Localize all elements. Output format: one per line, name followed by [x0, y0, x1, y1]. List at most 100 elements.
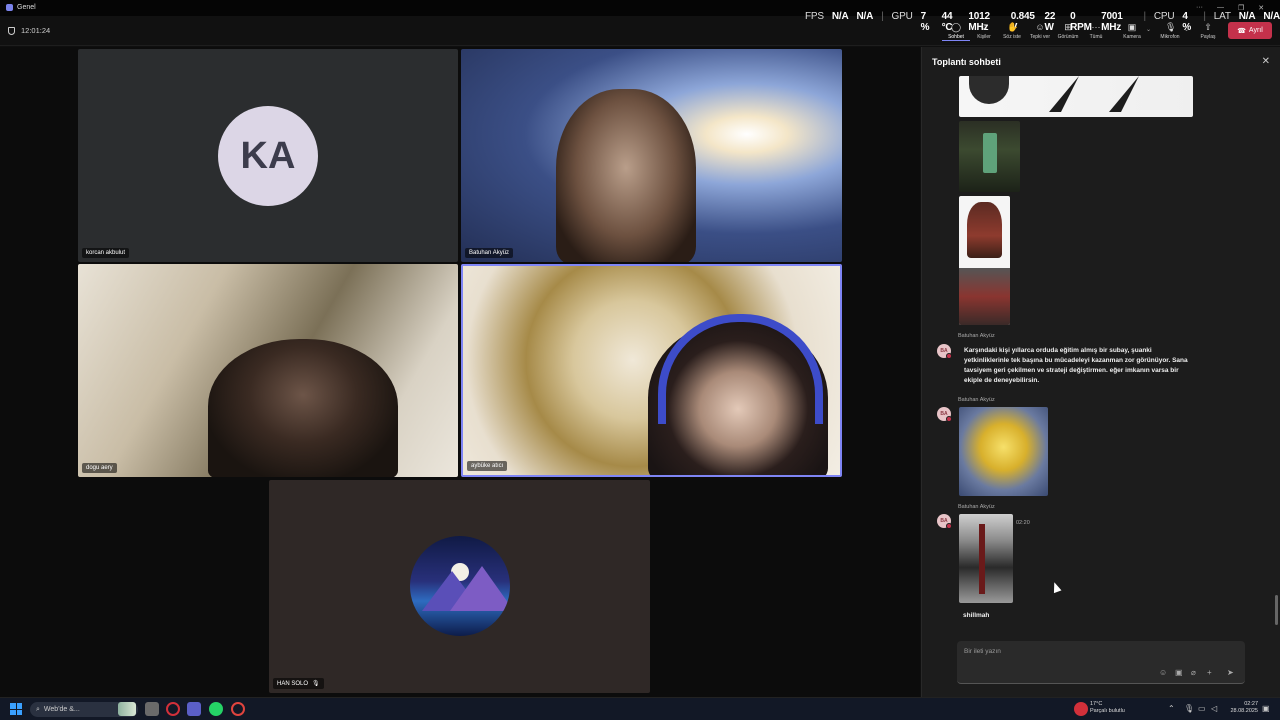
camera-button[interactable]: ▣ Kamera	[1118, 22, 1146, 40]
shared-image[interactable]	[959, 407, 1048, 496]
microphone-icon: 🎙	[1165, 22, 1177, 32]
participant-name: dogu aery	[82, 463, 117, 473]
shared-image[interactable]	[959, 121, 1020, 192]
emoji-icon[interactable]: ☺	[1159, 668, 1167, 677]
raise-hand-label: Söz iste	[1003, 34, 1021, 40]
clock-time: 02:27	[1244, 701, 1258, 707]
participant-name: HAN SOLO 🎙	[273, 678, 324, 689]
chevron-up-icon[interactable]: ⌃	[1168, 704, 1175, 713]
speaker-icon[interactable]: ◁	[1211, 704, 1217, 713]
chat-button[interactable]: ◯ Sohbet	[942, 22, 970, 41]
more-button-label: Tümü	[1089, 34, 1103, 40]
microphone-tray-icon[interactable]: 🎙	[1184, 704, 1194, 713]
image-content	[979, 524, 985, 594]
image-content	[969, 76, 1009, 104]
microphone-button-label: Mikrofon	[1160, 34, 1180, 40]
shared-image[interactable]	[959, 76, 1193, 117]
message-text: Karşındaki kişi yıllarca orduda eğitim a…	[964, 347, 1188, 384]
task-view-icon[interactable]	[145, 702, 159, 716]
microphone-options-chevron-icon[interactable]: ⌄	[1184, 26, 1189, 33]
camera-options-chevron-icon[interactable]: ⌄	[1146, 26, 1151, 33]
participant-tile[interactable]: HAN SOLO 🎙	[269, 480, 650, 693]
gif-icon[interactable]: ▣	[1175, 668, 1183, 677]
participant-video	[556, 89, 696, 262]
share-button[interactable]: ⇧ Paylaş	[1194, 22, 1222, 40]
image-content	[1049, 76, 1079, 112]
leave-button-label: Ayrıl	[1248, 27, 1263, 34]
teams-taskbar-icon[interactable]	[187, 702, 201, 716]
separator: |	[881, 11, 884, 22]
avatar	[410, 536, 510, 636]
react-button-label: Tepki ver	[1029, 34, 1050, 40]
view-button[interactable]: ⊞ Görünüm	[1054, 22, 1082, 40]
image-content	[983, 133, 997, 173]
message-sender: Batuhan Akyüz	[958, 333, 995, 339]
mountain-graphic	[450, 566, 510, 611]
shield-icon	[8, 26, 15, 35]
attach-icon[interactable]: ⌀	[1191, 668, 1196, 677]
clock-date: 28.08.2025	[1230, 708, 1258, 714]
send-icon[interactable]: ➤	[1227, 668, 1234, 677]
widgets-icon[interactable]	[118, 702, 136, 716]
shared-image[interactable]	[959, 514, 1013, 603]
chat-title: Toplantı sohbeti	[932, 57, 1001, 67]
weather-widget[interactable]: 17°C Parçalı bulutlu	[1090, 701, 1125, 715]
people-button[interactable]: ☺ Kişiler	[970, 22, 998, 40]
shared-image[interactable]	[959, 196, 1010, 325]
gpu-usage: 7 %	[920, 11, 930, 33]
raise-hand-icon: ✋	[1007, 22, 1019, 32]
image-content	[967, 202, 1002, 258]
windows-start-icon[interactable]	[10, 703, 22, 715]
opera-icon[interactable]	[166, 702, 180, 716]
raise-hand-button[interactable]: ✋ Söz iste	[998, 22, 1026, 40]
app-title: Genel	[6, 4, 36, 11]
window-title: Genel	[17, 4, 36, 11]
avatar: KA	[218, 106, 318, 206]
phone-hangup-icon: ☎	[1237, 27, 1246, 35]
emoji-icon: ☺	[1035, 22, 1045, 32]
participant-tile[interactable]: Batuhan Akyüz	[461, 49, 842, 262]
view-button-label: Görünüm	[1057, 34, 1079, 40]
monitor-icon[interactable]: ▭	[1198, 704, 1206, 713]
meeting-chat-panel: Toplantı sohbeti ✕ Batuhan Akyüz BA Karş…	[921, 47, 1280, 697]
weather-text: Parçalı bulutlu	[1090, 708, 1125, 714]
add-icon[interactable]: +	[1207, 668, 1212, 677]
people-icon: ☺	[979, 22, 989, 32]
search-text: Web'de &...	[43, 706, 80, 713]
image-content	[1109, 76, 1139, 112]
avatar: BA	[937, 407, 952, 422]
message-compose-box[interactable]: Bir ileti yazın ☺ ▣ ⌀ + ➤	[957, 641, 1245, 684]
camera-icon: ▣	[1127, 22, 1137, 32]
participant-tile[interactable]: aybüke atıcı	[461, 264, 842, 477]
muted-microphone-icon: 🎙	[312, 681, 320, 687]
more-icon: ···	[1091, 22, 1101, 32]
message-time: 02:20	[1016, 520, 1030, 526]
more-button[interactable]: ··· Tümü	[1082, 22, 1110, 40]
taskbar-clock[interactable]: 02:27 28.08.2025	[1228, 701, 1258, 715]
participant-name: korcan akbulut	[82, 248, 130, 258]
fps-value: N/A	[831, 11, 849, 22]
close-chat-icon[interactable]: ✕	[1262, 56, 1270, 67]
windows-taskbar: ⌕ Web'de &... 17°C Parçalı bulutlu ⌃ 🎙 ▭…	[0, 697, 1280, 720]
notification-icon[interactable]: ▣	[1262, 704, 1270, 713]
chat-scrollbar[interactable]	[1275, 595, 1278, 625]
app-icon[interactable]	[231, 702, 245, 716]
headphones-graphic	[658, 314, 823, 424]
participant-name-text: HAN SOLO	[277, 680, 309, 687]
participant-tile[interactable]: dogu aery	[78, 264, 458, 477]
participant-tile[interactable]: KA korcan akbulut	[78, 49, 458, 262]
microphone-button[interactable]: 🎙 Mikrofon	[1156, 22, 1184, 40]
fps-label: FPS	[805, 11, 824, 22]
message-sender: Batuhan Akyüz	[958, 504, 995, 510]
leave-button[interactable]: ☎ Ayrıl	[1228, 22, 1272, 39]
react-button[interactable]: ☺ Tepki ver	[1026, 22, 1054, 40]
participant-name: Batuhan Akyüz	[465, 248, 514, 258]
share-icon: ⇧	[1204, 22, 1212, 32]
fps-value-2: N/A	[856, 11, 874, 22]
gpu-label: GPU	[891, 11, 913, 22]
own-message-text: shillmah	[963, 612, 990, 619]
chat-icon: ◯	[951, 22, 962, 32]
participant-video	[208, 339, 398, 477]
whatsapp-icon[interactable]	[209, 702, 223, 716]
weather-temp: 17°C	[1090, 701, 1103, 707]
